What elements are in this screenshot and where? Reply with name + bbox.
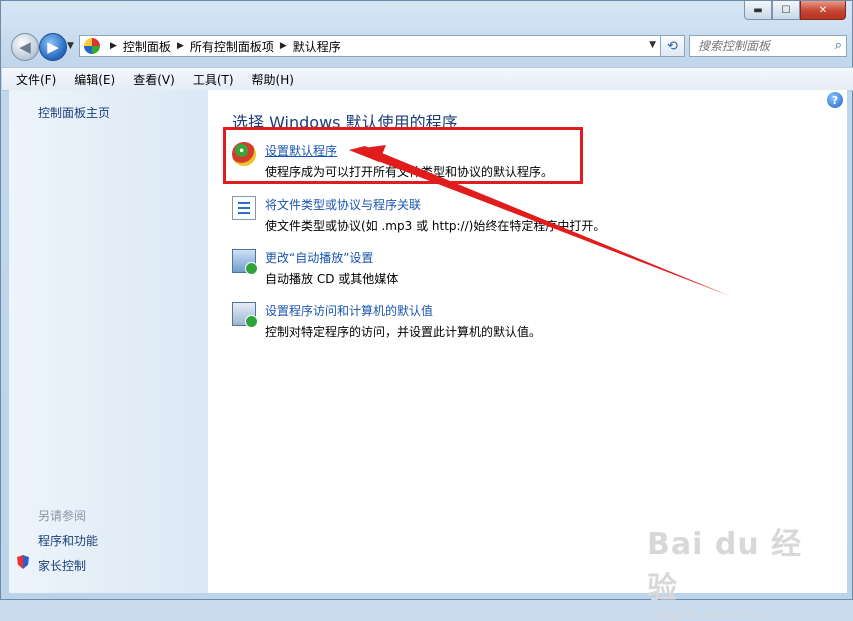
breadcrumb-control-panel[interactable]: 控制面板 [123,38,171,55]
navigation-bar: ◀ ▶ ▼ ▶ 控制面板 ▶ 所有控制面板项 ▶ 默认程序 ▼ ⟲ ⌕ [9,33,847,61]
chevron-right-icon[interactable]: ▶ [177,41,184,51]
shield-icon [17,555,29,569]
control-panel-window: ▬ ☐ ✕ ◀ ▶ ▼ ▶ 控制面板 ▶ 所有控制面板项 ▶ 默认程序 ▼ ⟲ … [0,0,853,621]
menu-file[interactable]: 文件(F) [12,71,60,88]
watermark-brand: Bai du 经验 [647,527,803,606]
minimize-button[interactable]: ▬ [744,1,772,20]
refresh-button[interactable]: ⟲ [661,35,685,57]
chevron-right-icon[interactable]: ▶ [280,41,287,51]
breadcrumb-default-programs[interactable]: 默认程序 [293,38,341,55]
menu-bar: 文件(F) 编辑(E) 查看(V) 工具(T) 帮助(H) [2,67,853,91]
main-panel: ? 选择 Windows 默认使用的程序 设置默认程序 使程序成为可以打开所有文… [208,90,847,593]
sidebar-parental-controls-link[interactable]: 家长控制 [38,557,86,574]
menu-help[interactable]: 帮助(H) [248,71,298,88]
watermark: Bai du 经验 jingyan.baidu.com [647,519,807,621]
sidebar: 控制面板主页 另请参阅 程序和功能 家长控制 [9,90,208,593]
address-bar[interactable]: ▶ 控制面板 ▶ 所有控制面板项 ▶ 默认程序 ▼ [79,35,661,57]
watermark-url: jingyan.baidu.com [655,607,766,621]
search-input[interactable] [696,38,820,54]
recent-pages-dropdown[interactable]: ▼ [67,41,74,51]
annotation-arrow [349,145,730,296]
sidebar-home-link[interactable]: 控制面板主页 [38,104,110,121]
see-also-heading: 另请参阅 [38,509,87,523]
caption-buttons: ▬ ☐ ✕ [744,1,846,20]
search-icon[interactable]: ⌕ [835,38,842,53]
address-dropdown-icon[interactable]: ▼ [649,40,656,50]
content-area: 控制面板主页 另请参阅 程序和功能 家长控制 ? 选择 Windows 默认使用… [9,90,847,593]
back-button[interactable]: ◀ [11,33,39,61]
chevron-right-icon[interactable]: ▶ [110,41,117,51]
forward-button[interactable]: ▶ [39,33,67,61]
menu-view[interactable]: 查看(V) [129,71,179,88]
close-button[interactable]: ✕ [800,1,846,20]
control-panel-icon [84,38,100,54]
menu-edit[interactable]: 编辑(E) [70,71,119,88]
menu-tools[interactable]: 工具(T) [189,71,238,88]
breadcrumb-all-items[interactable]: 所有控制面板项 [190,38,274,55]
search-box[interactable]: ⌕ [689,35,847,57]
sidebar-programs-features-link[interactable]: 程序和功能 [38,532,98,549]
maximize-button[interactable]: ☐ [772,1,800,20]
